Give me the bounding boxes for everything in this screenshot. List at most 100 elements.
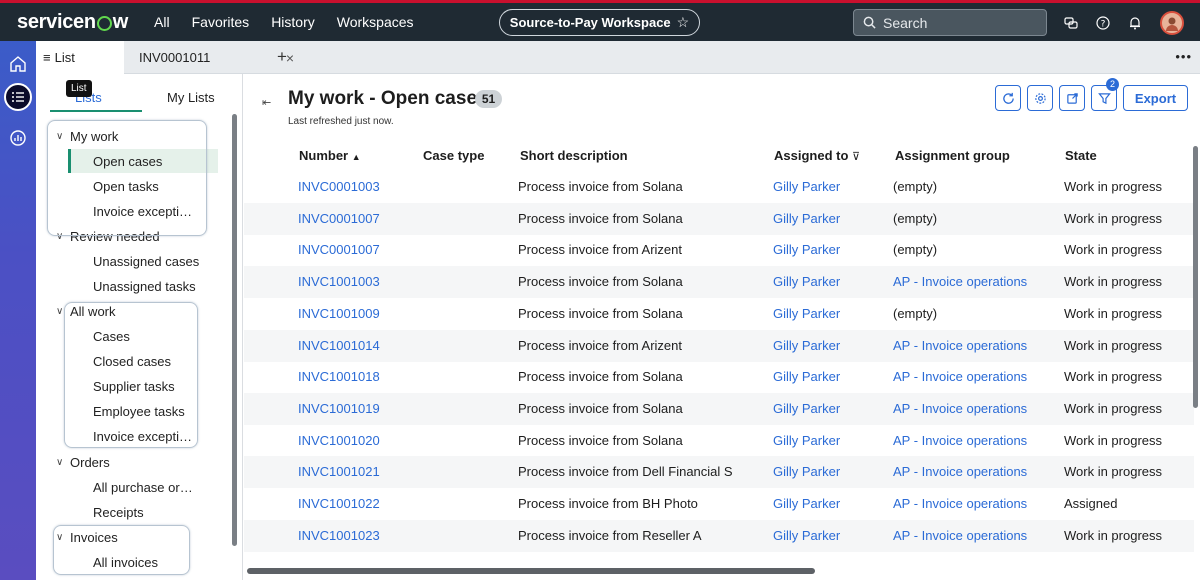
group-review-needed[interactable]: ∨ Review needed [36,224,226,248]
collapse-panel-icon[interactable]: ⇤ [262,96,271,109]
list-item-closed-cases[interactable]: Closed cases [36,349,226,373]
add-tab-plus-icon[interactable]: + [277,47,287,67]
more-options-icon[interactable]: ••• [1175,49,1192,64]
panel-scrollbar[interactable] [232,114,237,546]
list-item-unassigned-cases[interactable]: Unassigned cases [36,249,226,273]
table-row[interactable]: INVC0001007 Process invoice from Arizent G… [244,234,1194,266]
cell-assigned-to[interactable]: Gilly Parker [773,211,840,226]
table-row[interactable]: INVC1001021 Process invoice from Dell Fin… [244,456,1194,489]
open-in-new-button[interactable] [1059,85,1085,111]
list-item-open-tasks[interactable]: Open tasks [36,174,226,198]
table-row[interactable]: INVC1001020 Process invoice from Solana Gi… [244,425,1194,457]
analytics-icon[interactable] [4,123,32,151]
column-header-assignment-group[interactable]: Assignment group [895,148,1010,163]
settings-button[interactable] [1027,85,1053,111]
table-row[interactable]: INVC1001022 Process invoice from BH Photo… [244,488,1194,520]
table-row[interactable]: INVC1001014 Process invoice from Arizent G… [244,329,1194,362]
cell-assignment-group[interactable]: AP - Invoice operations [893,401,1027,416]
tab-my-lists[interactable]: My Lists [167,90,215,105]
user-avatar[interactable] [1160,11,1184,35]
cell-number[interactable]: INVC1001021 [298,464,380,479]
home-icon[interactable] [4,50,32,78]
top-icons: ? [1064,11,1184,35]
table-horizontal-scrollbar[interactable] [247,568,815,574]
cell-number[interactable]: INVC1001014 [298,338,380,353]
cell-assignment-group[interactable]: AP - Invoice operations [893,496,1027,511]
cell-assignment-group[interactable]: AP - Invoice operations [893,369,1027,384]
table-row[interactable]: INVC1001018 Process invoice from Solana Gi… [244,361,1194,393]
nav-history[interactable]: History [271,14,315,30]
list-item-supplier-tasks[interactable]: Supplier tasks [36,374,226,398]
cell-assignment-group[interactable]: AP - Invoice operations [893,338,1027,353]
group-all-work[interactable]: ∨ All work [36,299,226,323]
cell-assignment-group[interactable]: AP - Invoice operations [893,274,1027,289]
tab-list[interactable]: ≡ List [36,41,124,74]
notifications-bell-icon[interactable] [1128,16,1142,30]
export-button[interactable]: Export [1123,85,1188,111]
table-vertical-scrollbar[interactable] [1193,146,1198,408]
list-item-invoice-exceptions-all[interactable]: Invoice excepti… [36,424,226,448]
group-orders[interactable]: ∨ Orders [36,450,226,474]
cell-number[interactable]: INVC1001020 [298,433,380,448]
nav-workspaces[interactable]: Workspaces [337,14,414,30]
workspace-selector[interactable]: Source-to-Pay Workspace ☆ [499,9,700,36]
cell-assigned-to[interactable]: Gilly Parker [773,242,840,257]
nav-favorites[interactable]: Favorites [192,14,250,30]
table-row[interactable]: INVC0001003 Process invoice from Solana Gi… [244,171,1194,203]
star-icon[interactable]: ☆ [677,14,690,31]
list-item-all-invoices[interactable]: All invoices [36,550,226,574]
column-header-assigned-to[interactable]: Assigned to ⊽ [774,148,860,163]
close-icon[interactable]: × [286,50,294,66]
column-header-number[interactable]: Number ▲ [299,148,361,163]
cell-assigned-to[interactable]: Gilly Parker [773,179,840,194]
column-header-case-type[interactable]: Case type [423,148,484,163]
group-invoices[interactable]: ∨ Invoices [36,525,226,549]
servicenow-logo[interactable]: servicen w [17,11,128,34]
global-search-input[interactable]: Search [853,9,1047,36]
chat-icon[interactable] [1064,16,1078,30]
cell-assignment-group[interactable]: AP - Invoice operations [893,464,1027,479]
column-header-state[interactable]: State [1065,148,1097,163]
cell-assignment-group[interactable]: AP - Invoice operations [893,433,1027,448]
cell-assigned-to[interactable]: Gilly Parker [773,274,840,289]
cell-number[interactable]: INVC1001009 [298,306,380,321]
cell-assigned-to[interactable]: Gilly Parker [773,369,840,384]
tab-record[interactable]: INV0001011 × [139,41,294,74]
column-header-short-description[interactable]: Short description [520,148,628,163]
list-item-open-cases[interactable]: Open cases [68,149,218,173]
help-icon[interactable]: ? [1096,16,1110,30]
cell-assigned-to[interactable]: Gilly Parker [773,338,840,353]
list-item-employee-tasks[interactable]: Employee tasks [36,399,226,423]
cell-assigned-to[interactable]: Gilly Parker [773,401,840,416]
cell-number[interactable]: INVC0001003 [298,179,380,194]
cell-assignment-group[interactable]: AP - Invoice operations [893,528,1027,543]
cell-short-description: Process invoice from Solana [518,210,683,226]
cell-number[interactable]: INVC1001003 [298,274,380,289]
refresh-button[interactable] [995,85,1021,111]
list-item-cases[interactable]: Cases [36,324,226,348]
cell-number[interactable]: INVC1001023 [298,528,380,543]
table-row[interactable]: INVC1001009 Process invoice from Solana Gi… [244,298,1194,330]
cell-number[interactable]: INVC0001007 [298,242,380,257]
list-item-unassigned-tasks[interactable]: Unassigned tasks [36,274,226,298]
cell-number[interactable]: INVC1001019 [298,401,380,416]
table-row[interactable]: INVC1001023 Process invoice from Reseller… [244,519,1194,552]
list-item-invoice-exceptions[interactable]: Invoice excepti… [36,199,226,223]
cell-assigned-to[interactable]: Gilly Parker [773,464,840,479]
cell-number[interactable]: INVC0001007 [298,211,380,226]
cell-assigned-to[interactable]: Gilly Parker [773,528,840,543]
list-item-label: All purchase or… [93,479,193,495]
cell-number[interactable]: INVC1001018 [298,369,380,384]
cell-assigned-to[interactable]: Gilly Parker [773,433,840,448]
cell-assigned-to[interactable]: Gilly Parker [773,496,840,511]
table-row[interactable]: INVC0001007 Process invoice from Solana Gi… [244,202,1194,235]
list-item-all-purchase-orders[interactable]: All purchase or… [36,475,226,499]
table-row[interactable]: INVC1001003 Process invoice from Solana Gi… [244,266,1194,299]
list-item-receipts[interactable]: Receipts [36,500,226,524]
table-row[interactable]: INVC1001019 Process invoice from Solana Gi… [244,392,1194,425]
group-my-work[interactable]: ∨ My work [36,124,226,148]
list-view-icon[interactable] [4,83,32,111]
cell-assigned-to[interactable]: Gilly Parker [773,306,840,321]
nav-all[interactable]: All [154,14,170,30]
cell-number[interactable]: INVC1001022 [298,496,380,511]
